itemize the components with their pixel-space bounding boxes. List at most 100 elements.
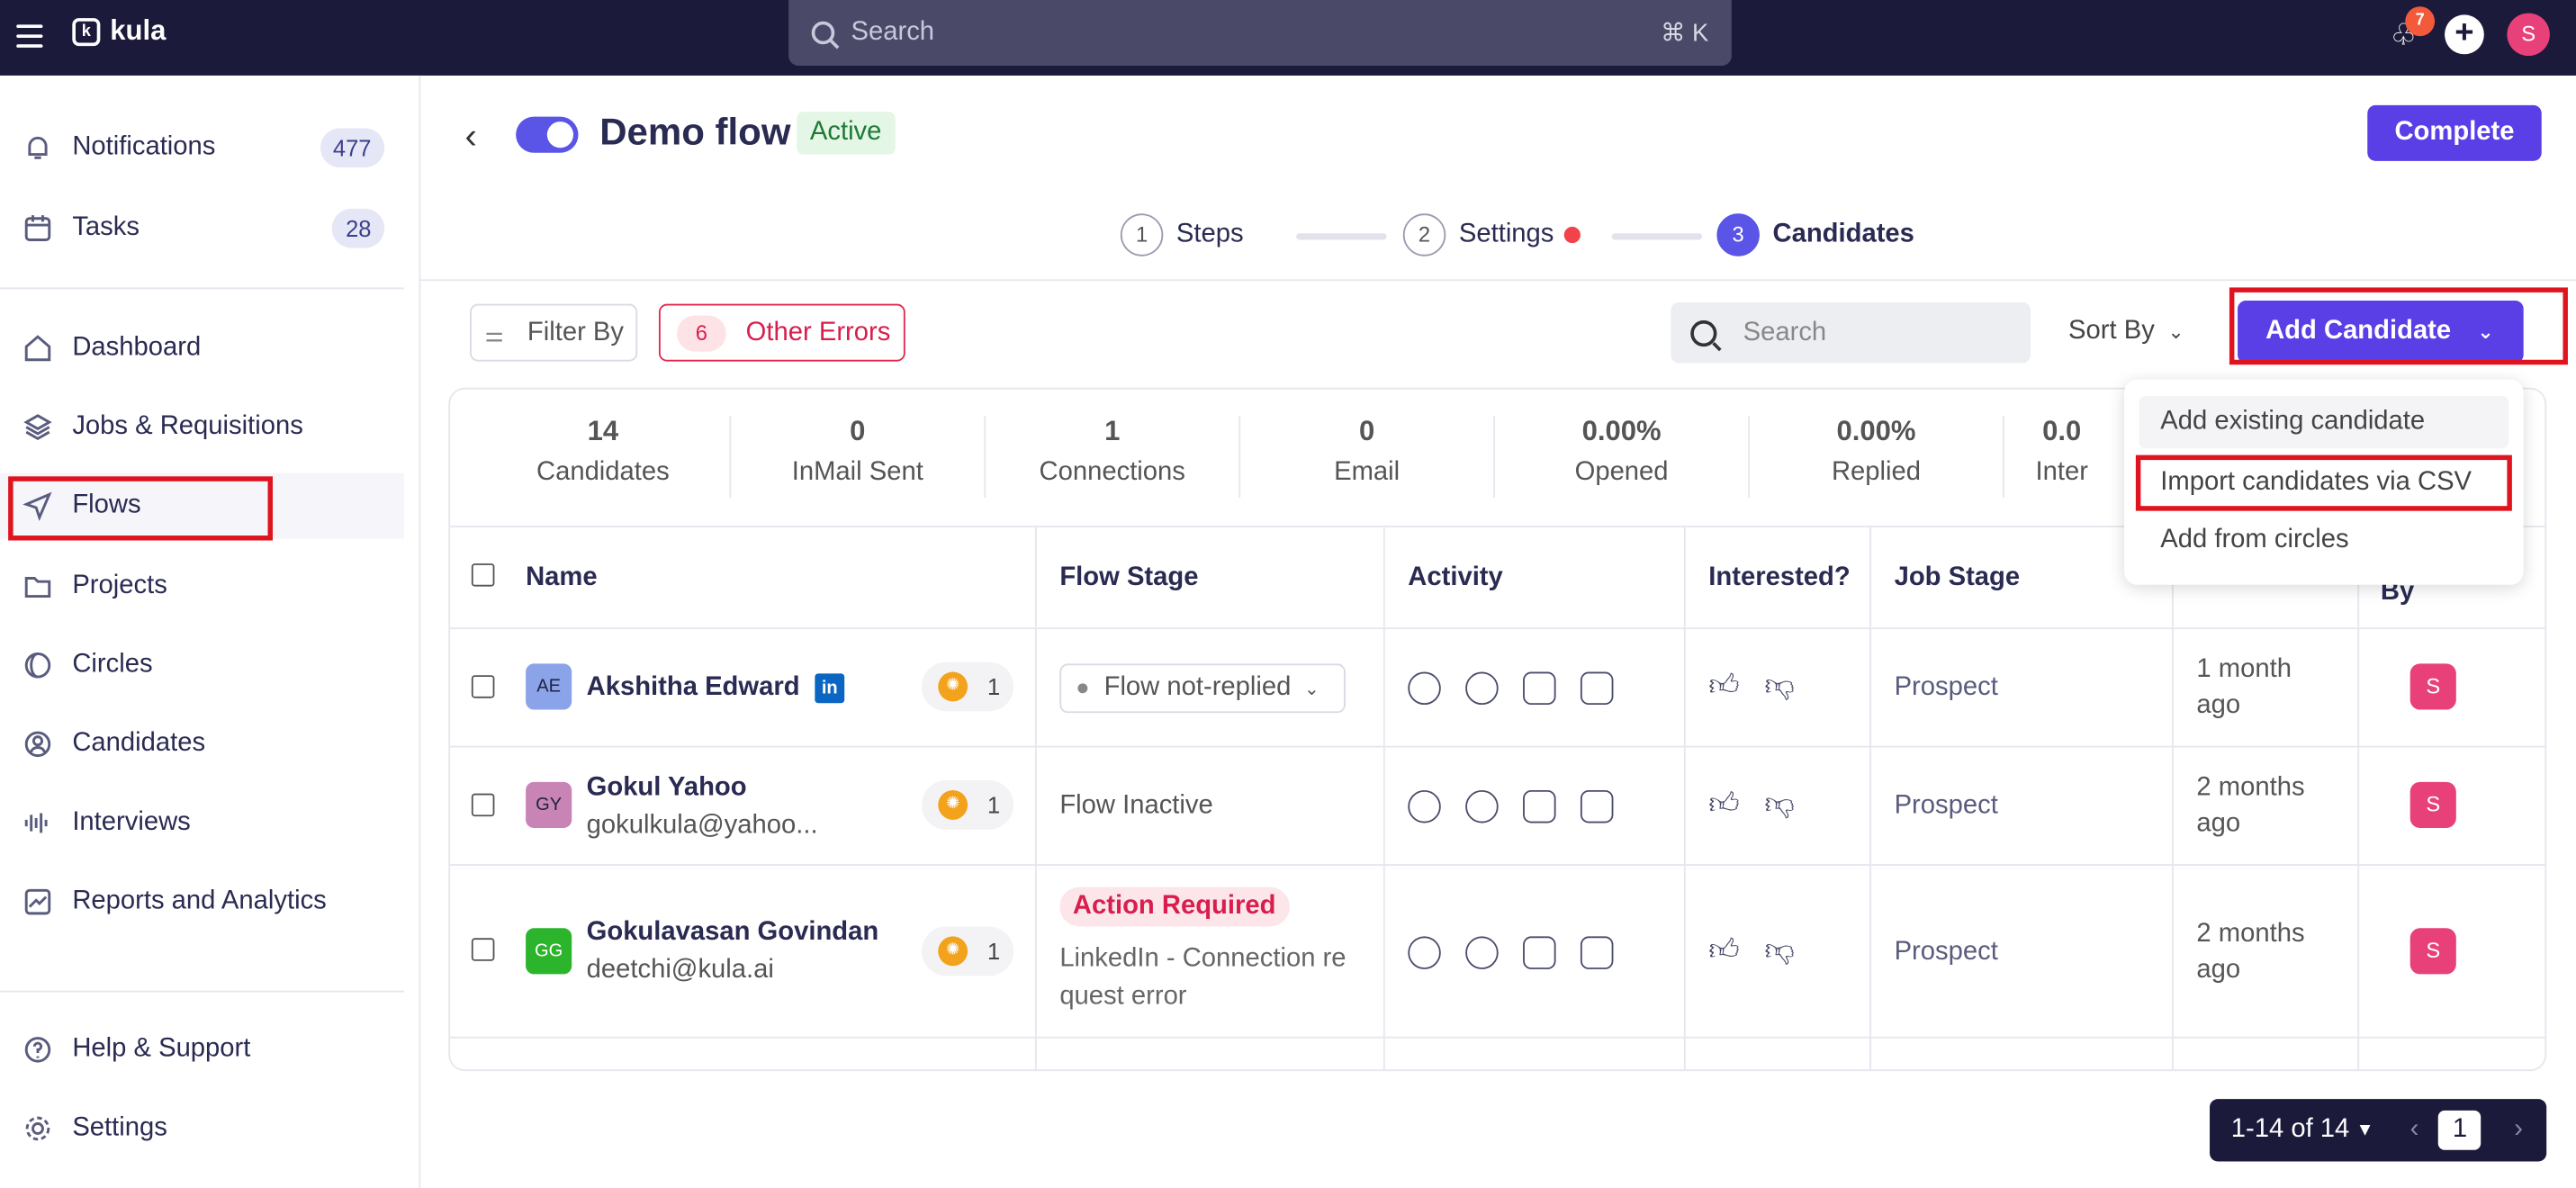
eye-icon[interactable] [1408, 671, 1441, 706]
time-line-1: 2 months [2196, 920, 2305, 949]
stat-value: 0.00% [1836, 415, 1916, 447]
user-avatar[interactable]: S [2507, 13, 2550, 57]
select-all-checkbox[interactable] [471, 563, 495, 587]
global-search-input[interactable]: Search ⌘ K [788, 0, 1732, 67]
thumbs-up-icon[interactable]: 👍︎ [1708, 667, 1739, 703]
column-header-flow-stage[interactable]: Flow Stage [1059, 563, 1198, 593]
linkedin-icon[interactable]: in [815, 673, 845, 704]
mail-icon[interactable] [1580, 789, 1614, 824]
eye-icon[interactable] [1408, 936, 1441, 969]
sidebar-item-label: Settings [72, 1113, 167, 1142]
create-plus-button[interactable]: + [2445, 14, 2484, 55]
sidebar-item-candidates[interactable]: Candidates [0, 711, 404, 777]
play-icon[interactable] [1465, 936, 1499, 969]
table-divider [450, 745, 2545, 748]
owner-avatar[interactable]: S [2409, 781, 2456, 828]
current-page[interactable]: 1 [2438, 1110, 2481, 1150]
menu-item-add-existing[interactable]: Add existing candidate [2139, 395, 2509, 449]
step-label: Candidates [1772, 220, 1914, 248]
step-settings[interactable]: 2 Settings [1402, 213, 1581, 256]
row-checkbox[interactable] [471, 793, 495, 817]
column-header-interested[interactable]: Interested? [1708, 563, 1850, 593]
sidebar-item-projects[interactable]: Projects [0, 554, 404, 619]
sort-by-dropdown[interactable]: Sort By ⌄ [2068, 317, 2184, 346]
job-stage-value[interactable]: Prospect [1895, 792, 1998, 822]
stat-value: 0.00% [1581, 415, 1662, 447]
status-badge: Active [797, 112, 896, 155]
other-errors-button[interactable]: 6 Other Errors [658, 303, 905, 362]
job-stage-value[interactable]: Prospect [1895, 673, 1998, 703]
app-logo[interactable]: k kula [72, 14, 166, 48]
undo-icon[interactable] [1523, 671, 1556, 706]
job-stage-value[interactable]: Prospect [1895, 938, 1998, 968]
complete-button[interactable]: Complete [2367, 104, 2542, 161]
flow-badge-icon: ✺ [938, 789, 968, 820]
sidebar-item-label: Projects [72, 572, 167, 600]
flow-count-badge[interactable]: ✺ 1 [921, 662, 1014, 712]
sidebar-item-jobs[interactable]: Jobs & Requisitions [0, 394, 404, 460]
chevron-down-icon: ⌄ [1303, 679, 1320, 699]
flow-count-badge[interactable]: ✺ 1 [921, 926, 1014, 976]
sidebar-item-circles[interactable]: Circles [0, 633, 404, 698]
step-candidates[interactable]: 3 Candidates [1716, 213, 1914, 256]
row-checkbox[interactable] [471, 938, 495, 961]
mail-icon[interactable] [1580, 936, 1614, 969]
app-name: kula [110, 14, 167, 47]
candidate-name[interactable]: Gokulavasan Govindan [587, 918, 879, 948]
column-header-activity[interactable]: Activity [1408, 563, 1502, 593]
sidebar-item-label: Tasks [72, 213, 140, 242]
thumbs-down-icon[interactable]: 👎︎ [1764, 932, 1794, 968]
flow-count-badge[interactable]: ✺ 1 [921, 780, 1014, 830]
menu-item-add-from-circles[interactable]: Add from circles [2139, 514, 2509, 566]
candidate-name[interactable]: Gokul Yahoo [587, 774, 747, 804]
next-page-icon[interactable]: › [2514, 1115, 2523, 1145]
error-dot-icon [1563, 226, 1581, 244]
caret-down-icon[interactable]: ▼ [2356, 1120, 2374, 1140]
column-header-name[interactable]: Name [526, 563, 598, 593]
flow-count: 1 [987, 938, 1001, 965]
page-range[interactable]: 1-14 of 14 [2231, 1115, 2350, 1145]
candidate-name[interactable]: Akshitha Edward [587, 673, 800, 703]
filter-by-button[interactable]: ⚌ Filter By [470, 303, 638, 362]
status-dot-icon [1077, 683, 1088, 694]
stat-interested: 0.0 Inter [2004, 416, 2120, 498]
column-header-job-stage[interactable]: Job Stage [1895, 563, 2021, 593]
thumbs-down-icon[interactable]: 👎︎ [1764, 785, 1794, 821]
eye-icon[interactable] [1408, 789, 1441, 824]
step-steps[interactable]: 1 Steps [1120, 213, 1244, 256]
search-shortcut: ⌘ K [1661, 19, 1709, 48]
thumbs-down-icon[interactable]: 👎︎ [1764, 667, 1794, 703]
flow-active-toggle[interactable] [516, 116, 579, 153]
flow-badge-icon: ✺ [938, 936, 968, 967]
stat-label: Replied [1831, 458, 1922, 487]
stat-value: 0.0 [2042, 415, 2082, 447]
undo-icon[interactable] [1523, 789, 1556, 824]
undo-icon[interactable] [1523, 936, 1556, 969]
play-icon[interactable] [1465, 671, 1499, 706]
play-icon[interactable] [1465, 789, 1499, 824]
owner-avatar[interactable]: S [2409, 928, 2456, 975]
sidebar-item-settings[interactable]: Settings [0, 1095, 404, 1161]
back-arrow-icon[interactable]: ‹ [465, 115, 477, 158]
sidebar-item-interviews[interactable]: Interviews [0, 790, 404, 856]
sidebar-item-tasks[interactable]: Tasks 28 [0, 195, 404, 261]
step-number: 3 [1716, 213, 1760, 256]
thumbs-up-icon[interactable]: 👍︎ [1708, 785, 1739, 821]
thumbs-up-icon[interactable]: 👍︎ [1708, 932, 1739, 968]
activity-notification-icon[interactable]: ♧ 7 [2385, 6, 2436, 52]
previous-page-icon[interactable]: ‹ [2410, 1115, 2419, 1145]
sidebar-item-notifications[interactable]: Notifications 477 [0, 115, 404, 181]
highlight-box-flows [8, 476, 273, 541]
hamburger-menu-icon[interactable] [16, 24, 43, 48]
row-checkbox[interactable] [471, 675, 495, 698]
stat-label: Opened [1574, 458, 1669, 487]
stat-replied: 0.00% Replied [1750, 415, 2004, 499]
owner-avatar[interactable]: S [2409, 663, 2456, 710]
sidebar-item-reports[interactable]: Reports and Analytics [0, 869, 404, 935]
sidebar-item-dashboard[interactable]: Dashboard [0, 315, 404, 381]
stat-label: Inter [2035, 458, 2088, 487]
flow-stage-dropdown[interactable]: Flow not-replied ⌄ [1059, 663, 1346, 714]
sidebar-item-help[interactable]: Help & Support [0, 1017, 404, 1083]
mail-icon[interactable] [1580, 671, 1614, 706]
candidate-search-input[interactable]: Search [1671, 302, 2031, 364]
